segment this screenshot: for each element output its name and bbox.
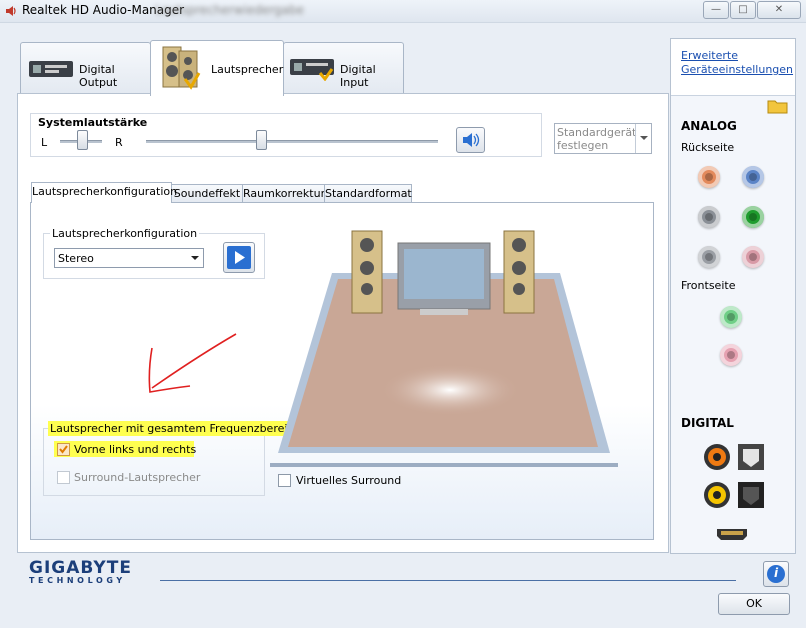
fullrange-label: Lautsprecher mit gesamtem Frequenzbereic… (48, 421, 303, 436)
app-speaker-icon (4, 4, 18, 18)
surround-checkbox[interactable] (57, 471, 70, 484)
mute-button[interactable] (456, 127, 485, 153)
speaker-config-value: Stereo (58, 252, 94, 265)
advanced-settings-link-line2[interactable]: Geräteeinstellungen (681, 63, 793, 76)
tab-raumkorrektur[interactable]: Raumkorrektur (242, 184, 325, 203)
tab-digital-output[interactable]: Digital Output (20, 42, 151, 94)
ok-button[interactable]: OK (718, 593, 790, 615)
digital-heading: DIGITAL (681, 416, 734, 430)
coax-yellow-jack-icon[interactable] (703, 481, 731, 512)
back-panel-label: Rückseite (681, 141, 735, 154)
optical-out-icon[interactable] (737, 443, 765, 474)
chevron-down-icon (635, 124, 652, 153)
front-lr-checkbox[interactable] (57, 443, 70, 456)
surround-label: Surround-Lautsprecher (74, 471, 201, 484)
hdmi-icon[interactable] (715, 527, 749, 544)
balance-left-label: L (41, 136, 48, 149)
digital-output-icon (29, 59, 73, 82)
default-device-button[interactable]: Standardgerät festlegen (554, 123, 652, 154)
speaker-config-select[interactable]: Stereo (54, 248, 204, 268)
speaker-room-illustration (270, 230, 618, 467)
analog-heading: ANALOG (681, 119, 737, 133)
checkmark-icon (59, 445, 68, 454)
volume-track (146, 140, 438, 143)
minimize-button[interactable]: — (703, 1, 729, 19)
title-bar: Realtek HD Audio-Manager Lautsprecherwie… (0, 0, 806, 23)
front-panel-label: Frontseite (681, 279, 736, 292)
tab-lautsprecher-label: Lautsprecher (211, 63, 284, 76)
tab-soundeffekt[interactable]: Soundeffekt (171, 184, 243, 203)
tab-lautsprecherkonfiguration[interactable]: Lautsprecherkonfiguration (31, 182, 177, 203)
virtual-surround-checkbox[interactable] (278, 474, 291, 487)
speaker-icon (161, 45, 201, 94)
front-jack-icon[interactable] (720, 344, 742, 366)
volume-label: Systemlautstärke (38, 116, 148, 129)
gigabyte-logo: GIGABYTE TECHNOLOGY (29, 558, 132, 585)
back-jack-icon[interactable] (698, 166, 720, 188)
digital-input-icon (290, 57, 336, 84)
footer-divider (160, 580, 736, 581)
red-arrow-annotation (148, 333, 237, 393)
window-title-blurred: Lautsprecherwiedergabe (155, 3, 305, 17)
fullrange-group (43, 428, 265, 496)
folder-icon[interactable] (767, 97, 789, 118)
back-jack-icon[interactable] (698, 246, 720, 268)
play-test-button[interactable] (223, 242, 255, 273)
back-jack-icon[interactable] (698, 206, 720, 228)
volume-slider-thumb[interactable] (256, 130, 267, 150)
close-button[interactable]: ✕ (757, 1, 801, 19)
coax-orange-jack-icon[interactable] (703, 443, 731, 474)
tab-digital-output-label: Digital Output (79, 63, 118, 89)
speaker-config-label: Lautsprecherkonfiguration (50, 227, 200, 240)
virtual-surround-label: Virtuelles Surround (296, 474, 402, 487)
brand-sub: TECHNOLOGY (29, 576, 126, 585)
back-jack-icon[interactable] (742, 246, 764, 268)
tab-standardformat[interactable]: Standardformat (324, 184, 412, 203)
maximize-button[interactable]: □ (730, 1, 756, 19)
front-lr-label: Vorne links und rechts (74, 443, 197, 456)
advanced-settings-link[interactable]: Erweiterte (681, 49, 738, 62)
brand-name: GIGABYTE (29, 558, 132, 578)
back-jack-icon[interactable] (742, 206, 764, 228)
optical-in-icon[interactable] (737, 481, 765, 512)
tab-lautsprecher[interactable]: Lautsprecher (150, 40, 284, 96)
info-label: i (773, 566, 779, 580)
balance-slider-thumb[interactable] (77, 130, 88, 150)
front-jack-icon[interactable] (720, 306, 742, 328)
play-icon (227, 246, 251, 269)
default-device-label: Standardgerät festlegen (557, 126, 637, 152)
back-jack-icon[interactable] (742, 166, 764, 188)
balance-right-label: R (115, 136, 123, 149)
tab-digital-input-label: Digital Input (340, 63, 376, 89)
speaker-volume-icon (463, 133, 480, 147)
tab-digital-input[interactable]: Digital Input (283, 42, 404, 94)
info-button[interactable]: i (763, 561, 789, 587)
sidebar: Erweiterte Geräteeinstellungen ANALOG Rü… (670, 38, 796, 554)
chevron-down-icon (189, 249, 201, 270)
